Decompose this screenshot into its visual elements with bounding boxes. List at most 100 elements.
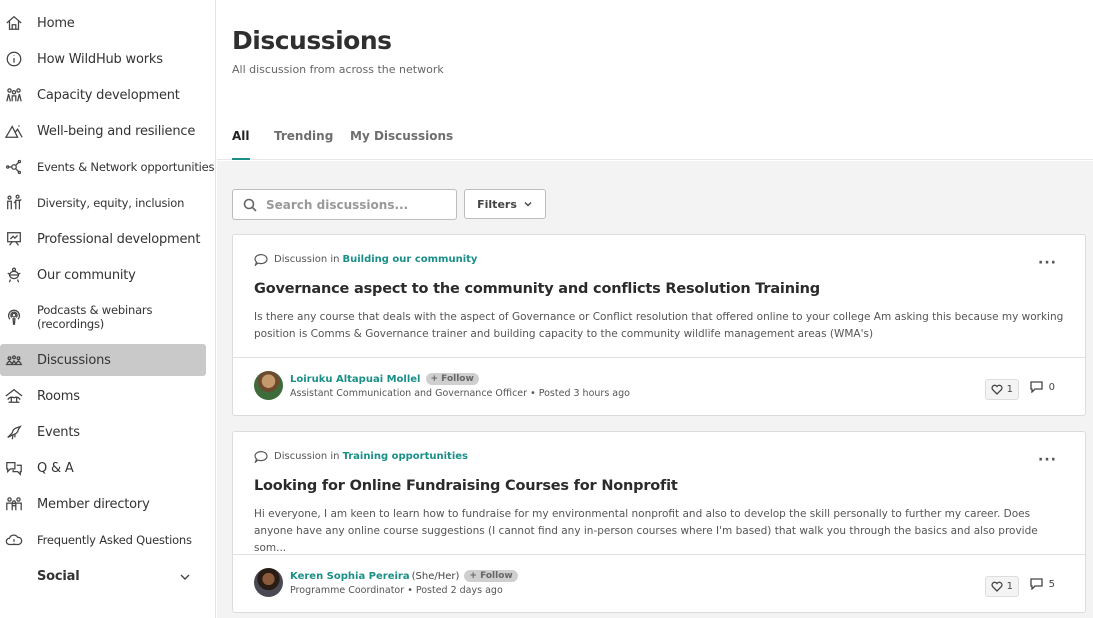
search-icon [243, 198, 257, 212]
author-role: Programme Coordinator • Posted 2 days ag… [290, 585, 503, 596]
page-header: Discussions All discussion from across t… [217, 0, 1093, 160]
search-input[interactable] [266, 195, 451, 215]
author-role-text: Assistant Communication and Governance O… [290, 388, 528, 399]
sidebar-item-label: Discussions [37, 352, 111, 368]
comment-count: 5 [1048, 578, 1055, 590]
cloud-icon [4, 530, 24, 550]
heart-icon [991, 581, 1003, 592]
avatar[interactable] [254, 371, 283, 400]
comment-icon [1029, 578, 1043, 590]
more-options-icon[interactable]: ··· [1038, 255, 1057, 271]
home-icon [4, 13, 24, 33]
sidebar-item-rooms[interactable]: Rooms [0, 385, 206, 407]
sidebar-item-label: How WildHub works [37, 51, 163, 67]
network-icon [4, 157, 24, 177]
page-title: Discussions [232, 26, 392, 55]
page-subtitle: All discussion from across the network [232, 63, 444, 76]
follow-button[interactable]: + Follow [425, 373, 479, 385]
sidebar-item-well-being[interactable]: Well-being and resilience [0, 120, 206, 142]
sidebar-item-label: Rooms [37, 388, 80, 404]
search-box [232, 189, 457, 220]
divider [233, 357, 1085, 358]
discussion-card[interactable]: Discussion in Building our community ···… [232, 234, 1086, 416]
speech-bubble-icon [254, 254, 268, 266]
heart-icon [991, 384, 1003, 395]
sidebar-item-events[interactable]: Events [0, 421, 206, 443]
more-options-icon[interactable]: ··· [1038, 452, 1057, 468]
post-meta-prefix: Discussion in [274, 254, 340, 265]
comment-icon [1029, 381, 1043, 393]
sidebar-section-label: Social [37, 568, 80, 584]
sidebar-item-label: Q & A [37, 460, 74, 476]
comment-count: 0 [1048, 381, 1055, 393]
sidebar-item-discussions[interactable]: Discussions [0, 344, 206, 376]
like-count: 1 [1006, 384, 1013, 395]
sidebar-item-qa[interactable]: Q & A [0, 457, 206, 479]
divider [233, 554, 1085, 555]
podcast-icon [4, 307, 24, 327]
post-title[interactable]: Looking for Online Fundraising Courses f… [254, 478, 678, 494]
post-meta: Discussion in Building our community [254, 253, 477, 266]
post-meta: Discussion in Training opportunities [254, 450, 468, 463]
sidebar-item-how-wildhub-works[interactable]: How WildHub works [0, 48, 206, 70]
comments-button[interactable]: 5 [1029, 578, 1055, 590]
post-title[interactable]: Governance aspect to the community and c… [254, 281, 820, 297]
author-name-link[interactable]: Keren Sophia Pereira [290, 571, 410, 582]
tab-all[interactable]: All [232, 129, 250, 160]
rooms-icon [4, 386, 24, 406]
sidebar-item-label: Professional development [37, 231, 201, 247]
post-meta-prefix: Discussion in [274, 451, 340, 462]
avatar[interactable] [254, 568, 283, 597]
post-group-link[interactable]: Training opportunities [342, 451, 468, 462]
sidebar-item-label: Events [37, 424, 80, 440]
post-author: Loiruku Altapuai Mollel + Follow [290, 373, 479, 385]
sidebar-item-label: Events & Network opportunities [37, 160, 215, 174]
presentation-icon [4, 229, 24, 249]
qa-icon [4, 458, 24, 478]
sidebar-item-diversity[interactable]: Diversity, equity, inclusion [0, 192, 206, 214]
sidebar-item-faq[interactable]: Frequently Asked Questions [0, 529, 206, 551]
sidebar-item-member-directory[interactable]: Member directory [0, 493, 206, 515]
sidebar-item-label: Podcasts & webinars (recordings) [37, 303, 153, 331]
post-timestamp: Posted 3 hours ago [538, 388, 630, 399]
author-name-link[interactable]: Loiruku Altapuai Mollel [290, 374, 421, 385]
people-icon [4, 85, 24, 105]
author-pronouns: (She/Her) [411, 570, 460, 582]
sidebar-item-professional-development[interactable]: Professional development [0, 228, 206, 250]
diversity-icon [4, 193, 24, 213]
sidebar-item-label: Capacity development [37, 87, 180, 103]
sidebar-item-label: Frequently Asked Questions [37, 533, 192, 547]
follow-button[interactable]: + Follow [464, 570, 518, 582]
info-icon [4, 49, 24, 69]
sidebar-item-label: Member directory [37, 496, 150, 512]
discussions-icon [4, 350, 24, 370]
mountain-icon [4, 121, 24, 141]
sidebar-item-home[interactable]: Home [0, 12, 206, 34]
sidebar-item-events-network[interactable]: Events & Network opportunities [0, 156, 215, 178]
sidebar-item-capacity-development[interactable]: Capacity development [0, 84, 206, 106]
chevron-down-icon [178, 569, 192, 583]
sidebar-item-our-community[interactable]: Our community [0, 264, 206, 286]
like-button[interactable]: 1 [984, 379, 1019, 400]
sidebar-item-label: Well-being and resilience [37, 123, 196, 139]
tab-my-discussions[interactable]: My Discussions [350, 129, 453, 160]
discussion-card[interactable]: Discussion in Training opportunities ···… [232, 431, 1086, 613]
like-count: 1 [1006, 581, 1013, 592]
speech-bubble-icon [254, 451, 268, 463]
post-group-link[interactable]: Building our community [342, 254, 477, 265]
sidebar-item-podcasts[interactable]: Podcasts & webinars (recordings) [0, 300, 206, 334]
author-role: Assistant Communication and Governance O… [290, 388, 630, 399]
community-icon [4, 265, 24, 285]
filters-label: Filters [477, 197, 517, 211]
members-icon [4, 494, 24, 514]
sidebar-section-social[interactable]: Social [0, 565, 206, 587]
like-button[interactable]: 1 [984, 576, 1019, 597]
author-role-text: Programme Coordinator [290, 585, 405, 596]
filters-button[interactable]: Filters [464, 189, 546, 219]
tab-trending[interactable]: Trending [274, 129, 333, 160]
sidebar-item-label: Our community [37, 267, 136, 283]
dot-separator: • [407, 585, 416, 596]
post-excerpt: Hi everyone, I am keen to learn how to f… [254, 508, 1038, 554]
comments-button[interactable]: 0 [1029, 381, 1055, 393]
post-timestamp: Posted 2 days ago [415, 585, 503, 596]
